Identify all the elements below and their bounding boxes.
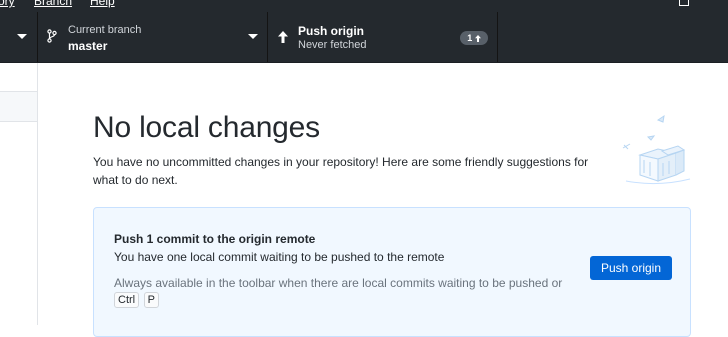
kbd-ctrl: Ctrl <box>114 292 140 308</box>
window-restore-icon[interactable] <box>679 0 689 6</box>
keyboard-shortcut: Ctrl P <box>114 290 159 308</box>
git-branch-icon <box>47 29 57 43</box>
menu-bar: ory Branch Help <box>0 0 728 12</box>
chevron-down-icon <box>248 34 258 39</box>
repository-dropdown[interactable] <box>0 12 38 62</box>
push-origin-button[interactable]: Push origin Never fetched 1 <box>268 12 498 62</box>
menu-repository[interactable]: ory <box>0 0 15 8</box>
ahead-count: 1 <box>467 33 473 43</box>
sidebar <box>0 63 38 325</box>
kbd-p: P <box>143 292 159 308</box>
page-title: No local changes <box>93 111 320 144</box>
branch-name: master <box>68 39 108 53</box>
fetch-status: Never fetched <box>298 39 367 51</box>
arrow-up-icon <box>474 34 481 42</box>
card-hint: Always available in the toolbar when the… <box>114 276 563 290</box>
current-branch-button[interactable]: Current branch master <box>38 12 268 62</box>
ahead-count-badge: 1 <box>460 31 488 45</box>
push-suggestion-card: Push 1 commit to the origin remote You h… <box>93 207 691 337</box>
branch-label: Current branch <box>68 24 142 36</box>
arrow-up-icon <box>278 31 288 43</box>
toolbar: Current branch master Push origin Never … <box>0 12 728 63</box>
menu-branch[interactable]: Branch <box>34 0 72 8</box>
push-label: Push origin <box>298 24 364 38</box>
card-title: Push 1 commit to the origin remote <box>114 232 316 246</box>
sidebar-tab-changes[interactable] <box>0 91 37 122</box>
page-subtitle: You have no uncommitted changes in your … <box>93 155 589 187</box>
chevron-down-icon <box>17 34 27 39</box>
card-description: You have one local commit waiting to be … <box>114 250 445 264</box>
menu-help[interactable]: Help <box>90 0 115 8</box>
empty-state-illustration <box>622 114 691 185</box>
push-origin-card-button[interactable]: Push origin <box>590 256 672 280</box>
main-content: No local changes You have no uncommitted… <box>38 63 728 337</box>
